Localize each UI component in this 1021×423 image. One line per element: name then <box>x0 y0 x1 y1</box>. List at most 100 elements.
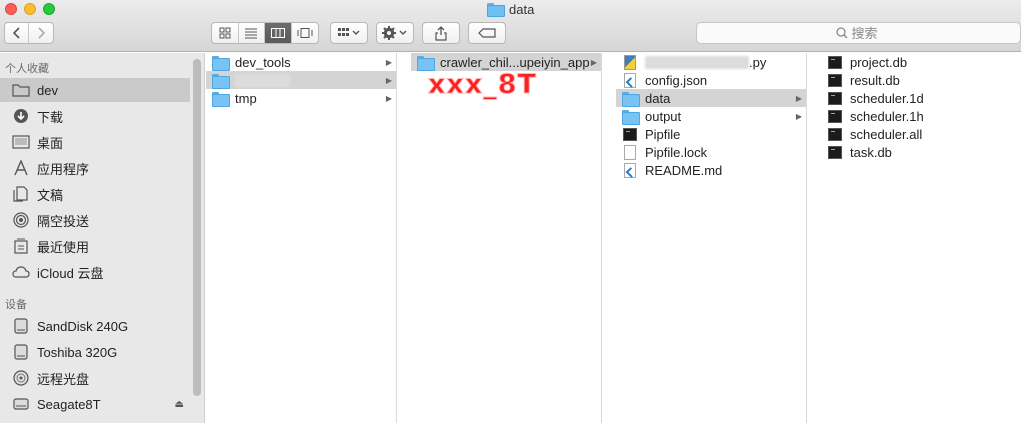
chevron-right-icon: ▶ <box>385 93 392 103</box>
list-item[interactable]: config.json <box>616 71 806 89</box>
search-input[interactable] <box>851 25 882 41</box>
chevron-right-icon: ▶ <box>385 57 392 67</box>
chevron-right-icon: ▶ <box>795 111 802 121</box>
columns-icon <box>270 28 285 38</box>
icon-view-button[interactable] <box>212 23 239 43</box>
list-item[interactable]: scheduler.1d <box>821 89 1011 107</box>
sidebar-item-documents[interactable]: 文稿 <box>0 182 190 206</box>
sidebar-item-label: iCloud 云盘 <box>37 265 104 281</box>
sidebar-item-toshiba[interactable]: Toshiba 320G <box>0 340 190 364</box>
item-label: config.json <box>645 72 708 88</box>
list-item[interactable]: scheduler.1h <box>821 107 1011 125</box>
sidebar-item-icloud[interactable]: iCloud 云盘 <box>0 260 190 284</box>
action-menu-button[interactable] <box>376 22 414 44</box>
share-icon <box>435 25 447 41</box>
list-item[interactable]: output ▶ <box>616 107 806 125</box>
window-title-text: data <box>509 1 535 17</box>
zoom-window-button[interactable] <box>43 3 55 15</box>
item-label: scheduler.all <box>850 126 923 142</box>
history-nav <box>4 22 54 44</box>
sidebar-item-recents[interactable]: 最近使用 <box>0 234 190 258</box>
sidebar-item-label: 下载 <box>37 109 64 125</box>
toolbar: data <box>0 0 1021 52</box>
list-item[interactable]: tmp ▶ <box>206 89 396 107</box>
sidebar-item-seagate[interactable]: Seagate8T ⏏ <box>0 392 190 416</box>
sidebar-item-label: 应用程序 <box>37 161 90 177</box>
list-item[interactable]: Pipfile <box>616 125 806 143</box>
list-view-button[interactable] <box>239 23 265 43</box>
sidebar-item-label: 桌面 <box>37 135 64 151</box>
search-field[interactable] <box>696 22 1021 44</box>
terminal-file-icon <box>828 109 842 123</box>
sidebar-item-label: 隔空投送 <box>37 213 90 229</box>
tags-button[interactable] <box>468 22 506 44</box>
gallery-view-button[interactable] <box>292 23 318 43</box>
list-item[interactable]: result.db <box>821 71 1011 89</box>
browser-column-4: project.db result.db scheduler.1d schedu… <box>821 53 1021 423</box>
recents-icon <box>12 238 30 254</box>
sidebar-scrollbar[interactable] <box>193 59 201 396</box>
forward-button[interactable] <box>29 23 53 43</box>
column-view-button[interactable] <box>265 23 292 43</box>
minimize-window-button[interactable] <box>24 3 36 15</box>
list-item[interactable]: README.md <box>616 161 806 179</box>
item-label: Pipfile <box>645 126 681 142</box>
chevron-right-icon: ▶ <box>795 93 802 103</box>
terminal-file-icon <box>623 127 637 141</box>
list-item[interactable]: dev_tools ▶ <box>206 53 396 71</box>
sidebar-item-downloads[interactable]: 下载 <box>0 104 190 128</box>
applications-icon <box>12 160 30 176</box>
terminal-file-icon <box>828 73 842 87</box>
sidebar-item-label: Toshiba 320G <box>37 344 118 360</box>
share-button[interactable] <box>422 22 460 44</box>
item-label: crawler_chil...upeiyin_app <box>440 54 590 70</box>
terminal-file-icon <box>828 55 842 69</box>
grid-icon <box>219 27 231 39</box>
list-item[interactable]: task.db <box>821 143 1011 161</box>
search-icon <box>835 27 848 39</box>
list-item[interactable]: .py <box>616 53 806 71</box>
sidebar-item-sanddisk[interactable]: SandDisk 240G <box>0 314 190 338</box>
group-arrange-icon <box>338 28 360 36</box>
list-item[interactable]: scheduler.all <box>821 125 1011 143</box>
optical-disc-icon <box>12 370 30 386</box>
code-file-icon <box>624 162 636 178</box>
sidebar-item-label: dev <box>37 82 58 98</box>
folder-icon <box>212 73 230 89</box>
code-file-icon <box>624 72 636 88</box>
disk-icon <box>12 396 30 412</box>
terminal-file-icon <box>828 127 842 141</box>
cloud-icon <box>12 264 30 280</box>
eject-icon[interactable]: ⏏ <box>175 399 184 410</box>
browser-column-1: dev_tools ▶ ▶ tmp ▶ <box>206 53 397 423</box>
sidebar-item-applications[interactable]: 应用程序 <box>0 156 190 180</box>
back-button[interactable] <box>5 23 30 43</box>
item-label: Pipfile.lock <box>645 144 708 160</box>
item-label: data <box>645 90 671 106</box>
documents-icon <box>12 186 30 202</box>
document-icon <box>624 144 636 160</box>
redacted-label <box>645 55 749 69</box>
item-label: scheduler.1h <box>850 108 924 124</box>
folder-icon <box>622 109 640 125</box>
favorites-header: 个人收藏 <box>5 63 49 75</box>
sidebar-item-label: 远程光盘 <box>37 371 90 387</box>
group-by-button[interactable] <box>330 22 368 44</box>
list-item[interactable]: data ▶ <box>616 89 806 107</box>
chevron-right-icon: ▶ <box>590 57 597 67</box>
list-item[interactable]: ▶ <box>206 71 396 89</box>
sidebar-item-remote-disc[interactable]: 远程光盘 <box>0 366 190 390</box>
item-label: result.db <box>850 72 900 88</box>
close-window-button[interactable] <box>5 3 17 15</box>
disk-icon <box>12 344 30 360</box>
coverflow-icon <box>297 28 313 38</box>
sidebar-item-dev[interactable]: dev <box>0 78 190 102</box>
view-mode-control <box>211 22 319 44</box>
list-item[interactable]: Pipfile.lock <box>616 143 806 161</box>
folder-icon <box>622 91 640 107</box>
list-item[interactable]: project.db <box>821 53 1011 71</box>
sidebar-item-desktop[interactable]: 桌面 <box>0 130 190 154</box>
annotation-label: xxx_8T <box>428 69 537 101</box>
sidebar-item-airdrop[interactable]: 隔空投送 <box>0 208 190 232</box>
terminal-file-icon <box>828 91 842 105</box>
